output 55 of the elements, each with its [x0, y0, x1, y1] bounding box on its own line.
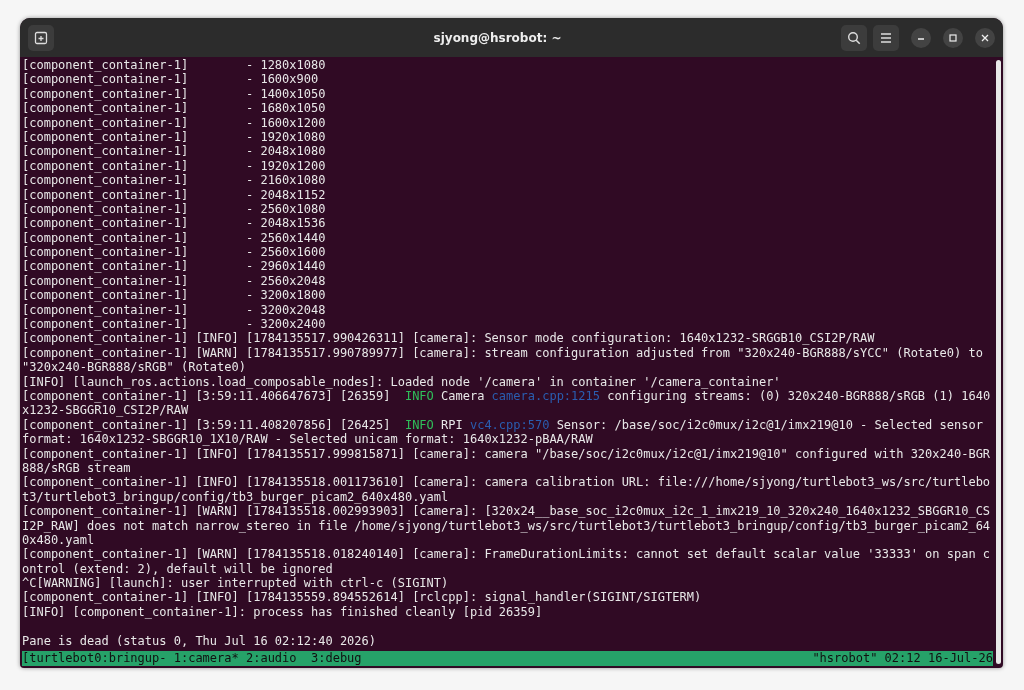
terminal-line: [INFO] [component_container-1]: process has finished cleanly [pid 26359]	[22, 604, 543, 619]
terminal-line: [component_container-1] - 2048x1152	[22, 187, 326, 202]
status-clock: "hsrobot" 02:12 16-Jul-26	[812, 651, 993, 666]
terminal-line: [component_container-1] - 1280x1080	[22, 58, 326, 72]
terminal-line: I2P_RAW] does not match narrow_stereo in file /home/sjyong/turtlebot3_ws/src/turtlebot3/turtlebot3_bringup/config/tb3_burger_picam2_64	[22, 518, 991, 533]
terminal-line: [component_container-1] - 1600x1200	[22, 115, 326, 130]
terminal-line: [component_container-1] - 1680x1050	[22, 101, 326, 116]
terminal-line: [INFO] [launch_ros.actions.load_composable_nodes]: Loaded node '/camera' in container '/camera_container'	[22, 374, 781, 389]
maximize-button[interactable]	[943, 27, 963, 48]
terminal-line: [component_container-1] [WARN] [1784135517.990789977] [camera]: stream configuration adjusted from "320x240-BGR888/sYCC" (Rotate0) to	[22, 345, 983, 360]
window-list: [turtlebot0:bringup- 1:camera* 2:audio 3:debug	[22, 651, 362, 666]
terminal-line: [component_container-1] - 2560x2048	[22, 273, 326, 288]
terminal-line: [component_container-1] - 3200x1800	[22, 288, 326, 303]
terminal-line: [component_container-1] [INFO] [1784135517.999815871] [camera]: camera "/base/soc/i2c0mux/i2c@1/imx219@10" configured with 320x240-BGR	[22, 446, 991, 461]
new-tab-icon	[34, 30, 48, 45]
terminal-line: [component_container-1] [3:59:11.408207856] [26425] INFO RPI vc4.cpp:570 Sensor: /base/soc/i2c0mux/i2c@1/imx219@10 - Selected sensor	[22, 417, 983, 432]
terminal-line: "320x240-BGR888/sRGB" (Rotate0)	[22, 360, 246, 375]
maximize-icon	[948, 32, 958, 43]
terminal-line: [component_container-1] - 2560x1080	[22, 201, 326, 216]
terminal-line: [component_container-1] - 2560x1600	[22, 245, 326, 260]
terminal-line: [component_container-1] [INFO] [1784135517.990426311] [camera]: Sensor mode configuration: 1640x1232-SRGGB10_CSI2P/RAW	[22, 331, 875, 346]
terminal-line: [component_container-1] [INFO] [1784135559.894552614] [rclcpp]: signal_handler(SIGINT/SIGTERM)	[22, 590, 702, 605]
pane-status-message: Pane is dead (status 0, Thu Jul 16 02:12:40 2026)	[22, 633, 376, 648]
terminal-line: t3/turtlebot3_bringup/config/tb3_burger_picam2_640x480.yaml	[22, 489, 449, 504]
terminal-line: [component_container-1] - 2160x1080	[22, 173, 326, 188]
terminal-line: [component_container-1] [WARN] [1784135518.018240140] [camera]: FrameDurationLimits: cannot set default scalar value '33333' on span c	[22, 547, 991, 562]
window-title: sjyong@hsrobot: ~	[432, 30, 563, 45]
search-icon	[847, 30, 861, 45]
terminal-line: [component_container-1] - 2048x1536	[22, 216, 326, 231]
terminal-line: [component_container-1] - 1920x1200	[22, 158, 326, 173]
scrollbar[interactable]	[996, 60, 1001, 664]
minimize-button[interactable]	[911, 27, 931, 48]
terminal-line: [component_container-1] - 1400x1050	[22, 86, 326, 101]
terminal-line: 0x480.yaml	[22, 532, 95, 547]
close-icon	[980, 32, 990, 43]
terminal-line: 888/sRGB stream	[22, 460, 131, 475]
menu-icon	[879, 31, 893, 44]
menu-button[interactable]	[873, 24, 899, 51]
search-button[interactable]	[841, 24, 867, 51]
terminal-line: [component_container-1] - 3200x2048	[22, 302, 326, 317]
terminal-line: [component_container-1] - 2048x1080	[22, 144, 326, 159]
terminal-line: [component_container-1] - 1920x1080	[22, 129, 326, 144]
terminal-line: [component_container-1] - 2560x1440	[22, 230, 326, 245]
terminal-line: [component_container-1] - 2960x1440	[22, 259, 326, 274]
terminal-line: [component_container-1] [WARN] [1784135518.002993903] [camera]: [320x24__base_soc_i2c0mux_i2c_1_imx219_10_320x240_1640x1232_SBGGR10_CS	[22, 504, 991, 519]
terminal-line: x1232-SBGGR10_CSI2P/RAW	[22, 403, 189, 418]
terminal-line: format: 1640x1232-SBGGR10_1X10/RAW - Selected unicam format: 1640x1232-pBAA/RAW	[22, 432, 593, 447]
new-tab-button[interactable]	[28, 24, 54, 51]
terminal-line: [component_container-1] [INFO] [1784135518.001173610] [camera]: camera calibration URL: file:///home/sjyong/turtlebot3_ws/src/turtlebo	[22, 475, 991, 490]
terminal-line: [component_container-1] [3:59:11.406647673] [26359] INFO Camera camera.cpp:1215 configuring streams: (0) 320x240-BGR888/sRGB (1) 1640	[22, 389, 991, 403]
close-button[interactable]	[975, 27, 995, 48]
terminal-line: [component_container-1] - 3200x2400	[22, 317, 326, 332]
terminal-line: [component_container-1] - 1600x900	[22, 72, 319, 87]
terminal-line: ontrol (extend: 2), default will be ignored	[22, 561, 333, 576]
terminal-line: ^C[WARNING] [launch]: user interrupted with ctrl-c (SIGINT)	[22, 576, 449, 591]
